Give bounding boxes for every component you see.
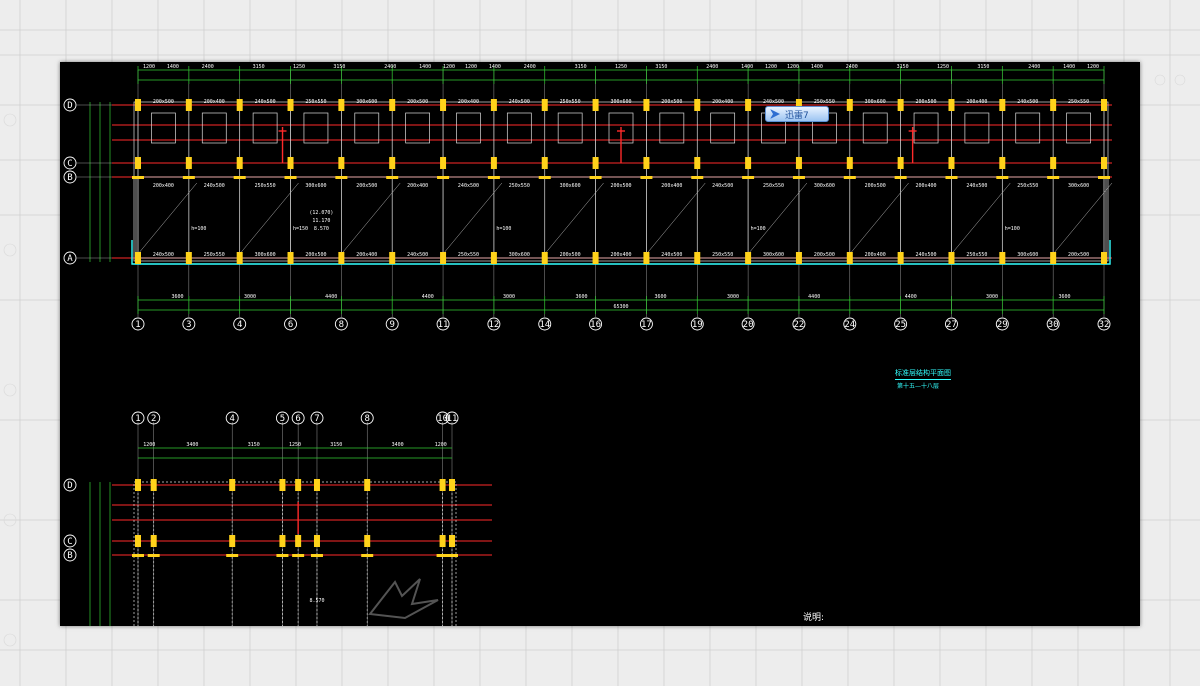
partial-top-dimension: 3150 — [330, 442, 342, 448]
column — [449, 535, 455, 547]
drawing-title: 标准层结构平面图 — [895, 368, 951, 380]
column-flange — [310, 554, 323, 557]
partial-level-label: 8.570 — [309, 598, 324, 604]
partial-structural-plan: 1200 3400 3150 1250 3150 3400 1200 8.570 1 2 4 5 6 7 8… — [63, 411, 492, 626]
partial-top-dimension: 1200 — [143, 442, 155, 448]
column — [135, 479, 141, 491]
bg-axis-circle — [3, 633, 17, 647]
column — [135, 535, 141, 547]
partial-column-axis-label: 5 — [280, 414, 285, 424]
column — [279, 535, 286, 547]
column — [313, 535, 320, 547]
column-flange — [276, 554, 289, 557]
column — [439, 479, 446, 491]
notes-label: 说明: — [803, 613, 825, 623]
column-flange — [132, 554, 144, 557]
column — [313, 479, 320, 491]
column — [150, 479, 157, 491]
partial-row-axis-label: C — [67, 537, 72, 547]
column — [279, 479, 286, 491]
column — [295, 479, 302, 491]
watermark-logo — [368, 578, 439, 620]
bg-axis-circle — [1154, 74, 1166, 86]
bg-axis-circle — [1174, 74, 1186, 86]
column-flange — [446, 554, 458, 557]
bg-axis-circle — [3, 383, 17, 397]
partial-row-axis-label: D — [67, 481, 72, 491]
partial-top-dimension: 3400 — [392, 442, 404, 448]
bg-axis-circle — [3, 243, 17, 257]
column — [364, 479, 371, 491]
partial-top-dimension: 1250 — [289, 442, 301, 448]
column — [439, 535, 446, 547]
partial-column-axis-label: 11 — [447, 414, 458, 424]
partial-column-axis-label: 8 — [365, 414, 370, 424]
column-flange — [292, 554, 305, 557]
partial-row-axis-label: B — [67, 551, 72, 561]
column — [229, 535, 236, 547]
partial-top-dimension: 3150 — [248, 442, 260, 448]
drawing-sheet[interactable]: 3600 3000 4400 4400 3000 3600 3600 3000 4400 4400… — [60, 62, 1140, 626]
column-flange — [226, 554, 239, 557]
column — [364, 535, 371, 547]
partial-column-axis-label: 4 — [229, 414, 234, 424]
partial-columns — [132, 479, 458, 557]
drawing-subtitle: 第十五—十八层 — [897, 383, 940, 390]
column — [229, 479, 236, 491]
column-flange — [361, 554, 374, 557]
column-flange — [147, 554, 160, 557]
partial-column-axis-label: 7 — [314, 414, 319, 424]
column — [295, 535, 302, 547]
partial-top-dimension: 3400 — [186, 442, 198, 448]
xunlei-icon — [770, 109, 780, 119]
xunlei-badge[interactable]: 迅雷7 — [765, 106, 829, 122]
partial-column-axis-label: 1 — [135, 414, 140, 424]
partial-column-axis-label: 6 — [295, 414, 300, 424]
column — [449, 479, 455, 491]
xunlei-badge-label: 迅雷7 — [785, 110, 809, 121]
partial-column-axis-label: 2 — [151, 414, 156, 424]
bg-axis-circle — [3, 113, 17, 127]
column — [150, 535, 157, 547]
partial-grid-lines — [112, 484, 492, 556]
partial-top-dimension: 1200 — [435, 442, 447, 448]
